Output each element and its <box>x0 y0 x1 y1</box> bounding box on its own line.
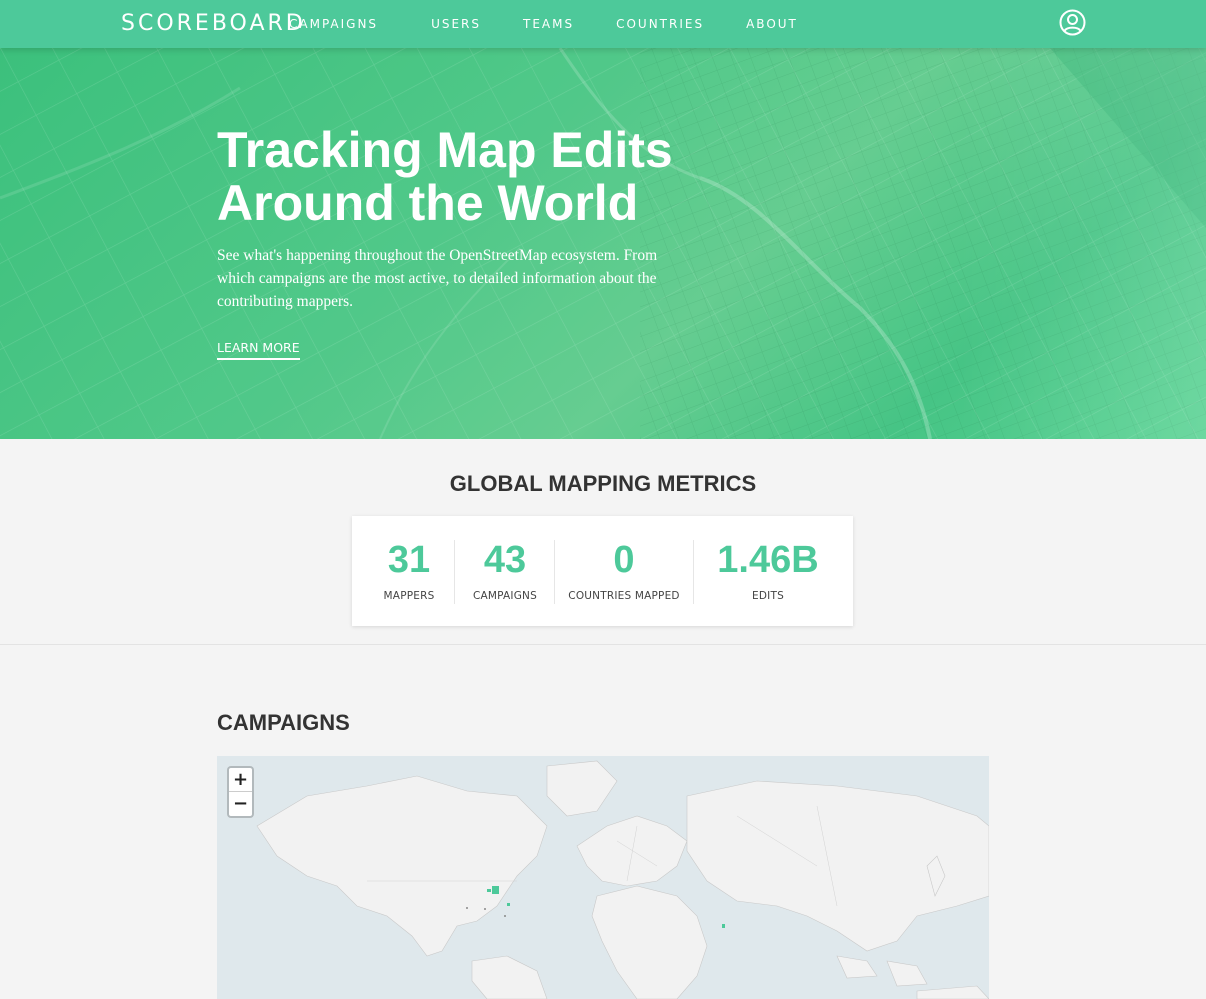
zoom-in-button[interactable]: + <box>229 768 252 792</box>
nav-link-about[interactable]: ABOUT <box>746 17 798 31</box>
nav-link-campaigns[interactable]: CAMPAIGNS <box>289 17 378 31</box>
top-navbar: SCOREBOARD CAMPAIGNS USERS TEAMS COUNTRI… <box>0 0 1206 48</box>
user-circle-icon[interactable] <box>1059 9 1086 36</box>
metric-label: CAMPAIGNS <box>473 590 537 602</box>
nav-link-countries[interactable]: COUNTRIES <box>616 17 704 31</box>
metric-edits: 1.46B EDITS <box>708 538 828 604</box>
hero-description: See what's happening throughout the Open… <box>217 247 658 310</box>
learn-more-link[interactable]: LEARN MORE <box>217 340 300 360</box>
metric-value: 31 <box>387 539 431 581</box>
campaigns-heading: CAMPAIGNS <box>217 710 350 735</box>
metric-divider <box>693 540 694 604</box>
metric-value: 1.46B <box>717 539 819 581</box>
metrics-heading: GLOBAL MAPPING METRICS <box>449 471 757 496</box>
nav-link-users[interactable]: USERS <box>431 17 481 31</box>
metric-divider <box>554 540 555 604</box>
metric-label: MAPPERS <box>383 590 435 602</box>
zoom-out-button[interactable]: − <box>229 792 252 816</box>
brand-logo[interactable]: SCOREBOARD <box>121 11 306 36</box>
metric-value: 0 <box>613 539 635 581</box>
hero-title-line-2: Around the World <box>217 175 639 231</box>
hero-title: Tracking Map Edits Around the World <box>217 124 817 230</box>
metric-divider <box>454 540 455 604</box>
hero-title-line-1: Tracking Map Edits <box>217 122 673 178</box>
metric-countries-mapped: 0 COUNTRIES MAPPED <box>564 538 684 604</box>
metric-label: COUNTRIES MAPPED <box>568 590 680 602</box>
metric-value: 43 <box>483 539 527 581</box>
nav-link-teams[interactable]: TEAMS <box>523 17 574 31</box>
global-metrics-section: GLOBAL MAPPING METRICS 31 MAPPERS 43 CAM… <box>0 439 1206 645</box>
metric-campaigns: 43 CAMPAIGNS <box>468 538 542 604</box>
world-map[interactable] <box>217 756 989 999</box>
main-nav: CAMPAIGNS USERS TEAMS COUNTRIES ABOUT <box>289 17 838 31</box>
metrics-card: 31 MAPPERS 43 CAMPAIGNS 0 COUNTRIES MAPP… <box>352 516 853 626</box>
hero-banner: Tracking Map Edits Around the World See … <box>0 48 1206 439</box>
metric-mappers: 31 MAPPERS <box>372 538 446 604</box>
map-zoom-control: + − <box>227 766 254 818</box>
campaigns-map[interactable]: + − <box>217 756 989 999</box>
metric-label: EDITS <box>752 590 784 602</box>
